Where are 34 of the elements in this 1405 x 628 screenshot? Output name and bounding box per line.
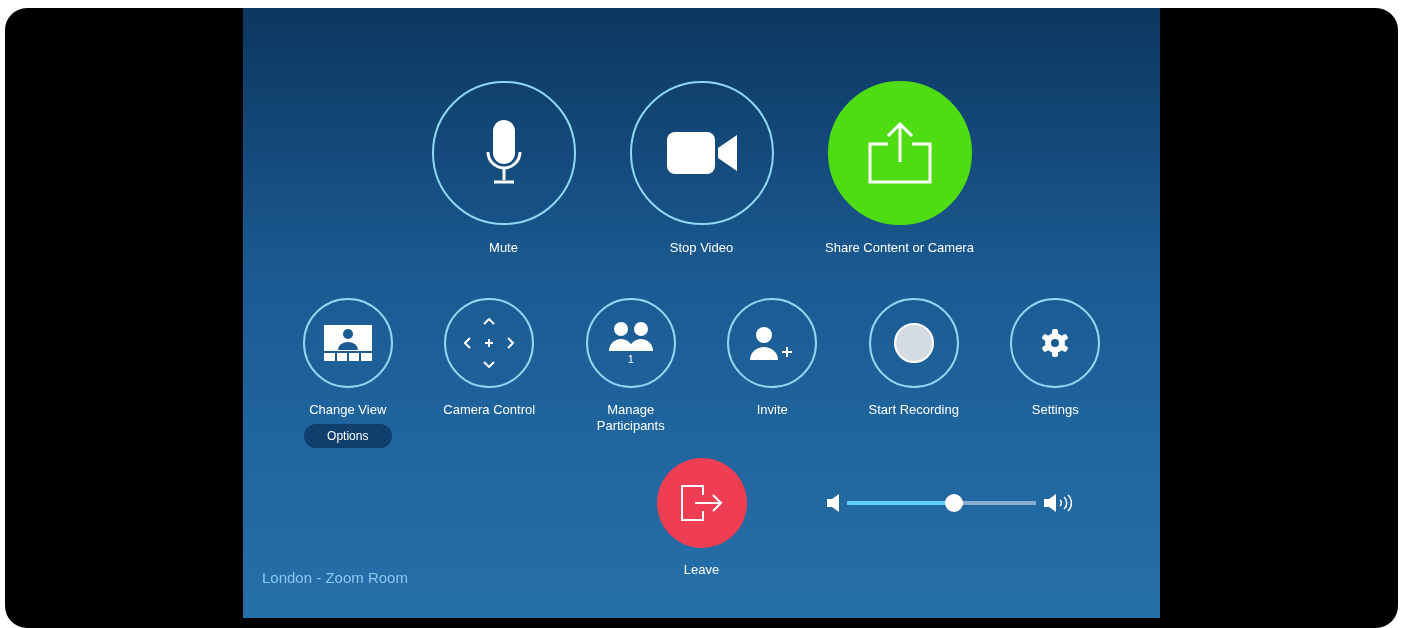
video-camera-icon: [666, 132, 737, 174]
slider-thumb[interactable]: [945, 494, 964, 512]
control-button[interactable]: [727, 298, 818, 388]
button-label: Manage Participants: [595, 402, 666, 434]
people-icon: [608, 321, 653, 351]
button-label: Share Content or Camera: [825, 240, 974, 256]
button-label: Invite: [755, 402, 789, 418]
control-button[interactable]: [1010, 298, 1101, 388]
room-name: London - Zoom Room: [262, 569, 408, 586]
button-label: Leave: [683, 562, 720, 577]
button-label: Camera Control: [442, 402, 537, 418]
button-label: Change View: [308, 402, 388, 418]
share-icon: [867, 122, 932, 184]
control-button[interactable]: [302, 298, 393, 388]
control-button[interactable]: [629, 81, 774, 225]
speaker-low-icon: [826, 494, 839, 512]
button-label: Stop Video: [669, 240, 734, 256]
button-label: Mute: [489, 240, 518, 256]
button-label: Start Recording: [867, 402, 960, 418]
add-person-icon: [750, 326, 795, 360]
gallery-view-icon: [322, 324, 373, 362]
control-button[interactable]: 1: [585, 298, 676, 388]
direction-arrows-icon: [464, 318, 515, 368]
options-button[interactable]: Options: [303, 424, 392, 448]
settings-icon: [1040, 328, 1071, 358]
control-button[interactable]: [868, 298, 959, 388]
exit-icon: [680, 485, 723, 521]
speaker-loud-icon: [1043, 494, 1072, 512]
button-label: Settings: [1030, 402, 1080, 418]
microphone-icon: [485, 120, 522, 186]
participant-count: 1: [627, 353, 634, 365]
control-button[interactable]: [431, 81, 576, 225]
record-icon: [892, 322, 935, 364]
control-button[interactable]: [444, 298, 535, 388]
